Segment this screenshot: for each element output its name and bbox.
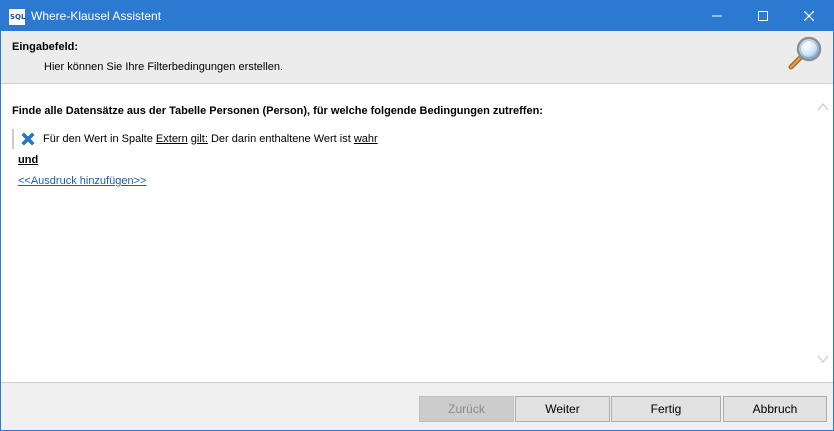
remove-x-icon[interactable] [20,131,36,147]
column-link[interactable]: Extern [156,133,188,145]
scroll-down-arrow-icon[interactable] [817,354,829,364]
condition-middle: Der darin enthaltene Wert ist [210,133,351,145]
condition-row: Für den Wert in Spalte Extern gilt: Der … [12,129,378,149]
header-panel: Eingabefeld: Hier können Sie Ihre Filter… [1,31,833,84]
minimize-icon [712,15,722,17]
value-link[interactable]: wahr [354,133,378,145]
header-description: Hier können Sie Ihre Filterbedingungen e… [44,61,284,73]
sql-app-icon: SQL [9,9,25,25]
header-label: Eingabefeld: [12,41,79,53]
window-title: Where-Klausel Assistent [31,9,162,23]
dialog-window: SQL Where-Klausel Assistent Eingabefeld:… [0,0,834,431]
minimize-button[interactable] [694,1,740,31]
close-icon [803,10,815,22]
condition-prefix: Für den Wert in Spalte [43,133,153,145]
operator-link[interactable]: gilt: [191,133,208,145]
finish-button[interactable]: Fertig [611,396,721,422]
title-bar[interactable]: SQL Where-Klausel Assistent [1,1,833,31]
maximize-icon [758,11,768,21]
next-button[interactable]: Weiter [515,396,610,422]
scroll-up-arrow-icon[interactable] [817,102,829,112]
back-button[interactable]: Zurück [419,396,514,422]
condition-editor: Finde alle Datensätze aus der Tabelle Pe… [1,84,833,382]
add-expression-link[interactable]: <<Ausdruck hinzufügen>> [18,175,146,187]
magnifier-icon [788,36,822,70]
close-button[interactable] [786,1,832,31]
button-bar: Zurück Weiter Fertig Abbruch [1,382,833,430]
maximize-button[interactable] [740,1,786,31]
connector-link[interactable]: und [18,154,38,166]
cancel-button[interactable]: Abbruch [723,396,827,422]
intro-text: Finde alle Datensätze aus der Tabelle Pe… [12,105,543,117]
